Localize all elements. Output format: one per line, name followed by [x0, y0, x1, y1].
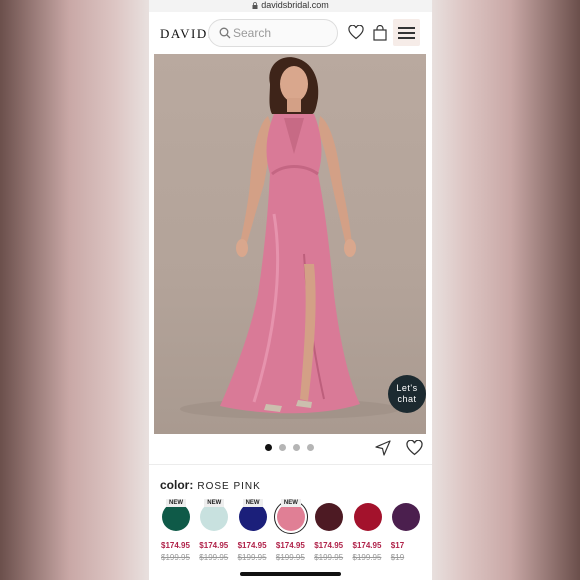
new-badge: NEW [280, 499, 301, 507]
sale-price: $174.95 [275, 541, 305, 550]
color-swatch[interactable] [353, 503, 382, 531]
heart-icon[interactable] [348, 25, 364, 40]
color-swatch[interactable] [391, 503, 420, 531]
carousel-dot[interactable] [307, 444, 314, 451]
color-swatch[interactable] [315, 503, 344, 531]
menu-icon [398, 27, 415, 29]
carousel-dot-active[interactable] [265, 444, 272, 451]
url-text: davidsbridal.com [261, 0, 329, 10]
color-selector-label: color: ROSE PINK [160, 478, 261, 492]
shopping-bag-icon[interactable] [373, 25, 387, 41]
favorite-heart-icon[interactable] [406, 440, 423, 456]
color-swatch[interactable] [238, 503, 267, 531]
sale-price: $174.95 [352, 541, 382, 550]
color-swatch[interactable] [273, 500, 308, 534]
new-badge: NEW [166, 499, 186, 507]
color-swatch[interactable] [162, 503, 190, 531]
divider [149, 464, 432, 465]
chat-label-line2: chat [397, 394, 417, 404]
lock-icon [252, 2, 258, 10]
original-price: $199.95 [352, 553, 382, 562]
lets-chat-button[interactable]: Let's chat [388, 375, 426, 413]
carousel-dot[interactable] [293, 444, 300, 451]
dress-model-illustration [180, 57, 400, 419]
carousel-dot[interactable] [279, 444, 286, 451]
original-price: $199.95 [199, 553, 229, 562]
chat-label-line1: Let's [396, 383, 418, 393]
new-badge: NEW [242, 499, 263, 507]
product-image[interactable]: Let's chat [154, 54, 426, 434]
original-price: $199.95 [161, 553, 190, 562]
share-icon[interactable] [375, 440, 391, 456]
sale-price: $174.95 [314, 541, 344, 550]
original-price: $19 [390, 553, 405, 562]
selected-color-name: ROSE PINK [197, 481, 261, 492]
original-price: $199.95 [314, 553, 344, 562]
sale-price: $174.95 [161, 541, 190, 550]
menu-button[interactable] [393, 19, 420, 46]
color-swatch[interactable] [200, 503, 229, 531]
original-price: $199.95 [275, 553, 305, 562]
search-box[interactable] [208, 19, 338, 47]
home-indicator [240, 572, 341, 576]
sale-price: $174.95 [199, 541, 229, 550]
sale-price: $174.95 [237, 541, 267, 550]
search-icon [219, 27, 231, 39]
site-header: DAVIDS [149, 12, 432, 54]
phone-screen: davidsbridal.com DAVIDS Search Let's cha… [149, 0, 432, 580]
new-badge: NEW [204, 499, 225, 507]
color-label: color: [160, 478, 194, 492]
search-input[interactable] [233, 25, 329, 41]
url-bar[interactable]: davidsbridal.com [149, 0, 432, 12]
original-price: $199.95 [237, 553, 267, 562]
sale-price: $17 [390, 541, 405, 550]
